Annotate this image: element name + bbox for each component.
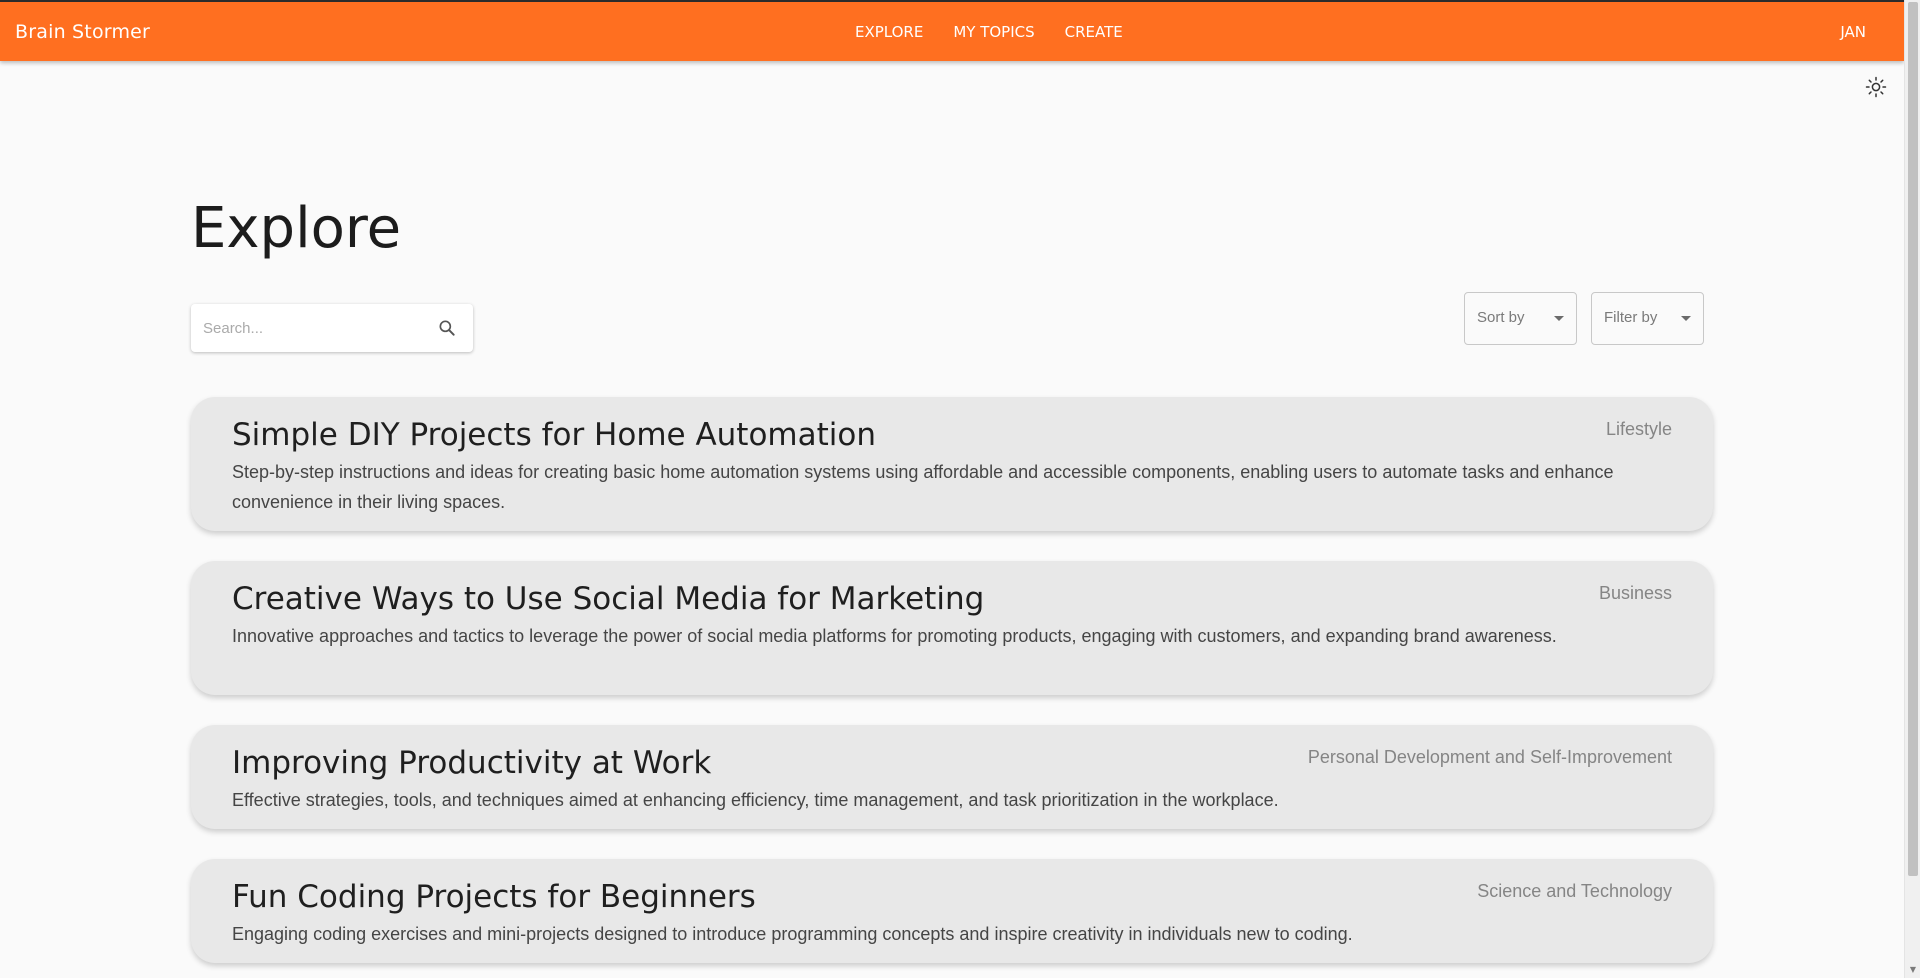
sun-icon (1865, 76, 1887, 98)
topic-title: Fun Coding Projects for Beginners (232, 879, 756, 915)
nav-my-topics[interactable]: MY TOPICS (953, 23, 1034, 41)
topic-description: Effective strategies, tools, and techniq… (232, 790, 1279, 810)
sort-by-select[interactable]: Sort by (1464, 292, 1577, 345)
brand-logo[interactable]: Brain Stormer (15, 21, 150, 43)
topic-title: Improving Productivity at Work (232, 745, 712, 781)
chevron-down-icon (1554, 316, 1564, 321)
topic-description: Innovative approaches and tactics to lev… (232, 626, 1557, 646)
scroll-down-icon[interactable]: ▼ (1905, 962, 1920, 978)
topic-category: Personal Development and Self-Improvemen… (1307, 747, 1672, 767)
search-input[interactable] (203, 316, 423, 340)
filter-by-label: Filter by (1604, 309, 1658, 326)
filter-by-select[interactable]: Filter by (1591, 292, 1704, 345)
theme-toggle-button[interactable] (1864, 75, 1888, 99)
topic-category: Business (1598, 583, 1672, 603)
topic-category: Lifestyle (1605, 419, 1672, 439)
user-menu-button[interactable]: JAN (1840, 23, 1866, 41)
page: Brain Stormer EXPLORE MY TOPICS CREATE J… (0, 0, 1920, 978)
nav-explore[interactable]: EXPLORE (855, 23, 923, 41)
main-nav: EXPLORE MY TOPICS CREATE (855, 23, 1123, 41)
page-title: Explore (191, 196, 402, 261)
topic-card[interactable]: Fun Coding Projects for Beginners Scienc… (191, 859, 1713, 963)
topic-card[interactable]: Creative Ways to Use Social Media for Ma… (191, 561, 1713, 695)
chevron-down-icon (1681, 316, 1691, 321)
topic-card[interactable]: Simple DIY Projects for Home Automation … (191, 397, 1713, 531)
search-icon[interactable] (437, 318, 457, 338)
nav-create[interactable]: CREATE (1065, 23, 1123, 41)
topic-category: Science and Technology (1477, 881, 1672, 901)
topic-description: Step-by-step instructions and ideas for … (232, 462, 1614, 512)
topic-title: Simple DIY Projects for Home Automation (232, 417, 877, 453)
topic-card[interactable]: Improving Productivity at Work Personal … (191, 725, 1713, 829)
topic-description: Engaging coding exercises and mini-proje… (232, 924, 1353, 944)
sort-by-label: Sort by (1477, 309, 1525, 326)
top-app-bar: Brain Stormer EXPLORE MY TOPICS CREATE J… (0, 0, 1904, 61)
vertical-scrollbar[interactable]: ▲ ▼ (1904, 0, 1920, 978)
topic-title: Creative Ways to Use Social Media for Ma… (232, 581, 985, 617)
scroll-thumb[interactable] (1908, 2, 1918, 876)
search-box (191, 304, 473, 352)
